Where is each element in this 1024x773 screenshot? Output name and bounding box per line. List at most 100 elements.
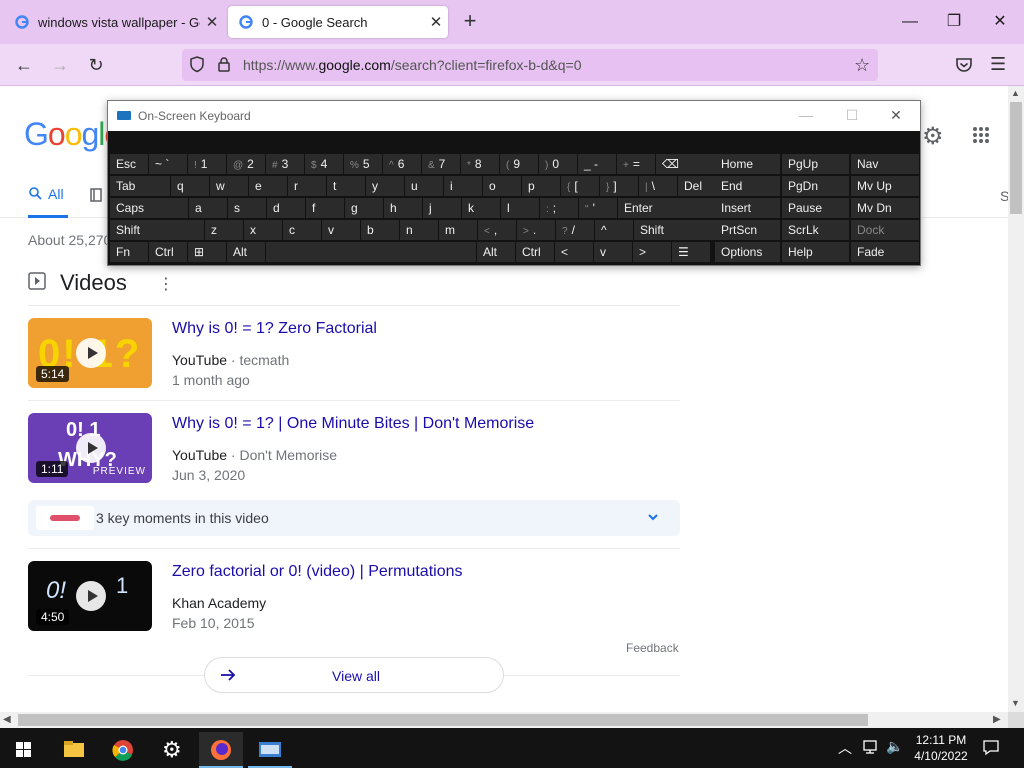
osk-key[interactable]: @2 [227, 154, 265, 174]
osk-key[interactable]: l [501, 198, 539, 218]
maximize-button[interactable]: ☐ [842, 107, 862, 124]
osk-key[interactable]: >. [517, 220, 555, 240]
clock[interactable]: 12:11 PM 4/10/2022 [910, 732, 972, 764]
osk-key[interactable]: + = [617, 154, 655, 174]
tab-all[interactable]: All [28, 186, 68, 218]
notification-icon[interactable] [982, 738, 1000, 761]
video-thumbnail[interactable]: 0! 1 4:50 [28, 561, 152, 631]
books-icon[interactable] [90, 188, 102, 207]
osk-key[interactable]: Ctrl [516, 242, 554, 262]
new-tab-button[interactable]: + [458, 10, 482, 34]
close-icon[interactable]: ✕ [424, 13, 448, 31]
osk-key[interactable]: " ' [579, 198, 617, 218]
osk-key[interactable]: s [228, 198, 266, 218]
osk-key[interactable]: Caps [110, 198, 188, 218]
chevron-down-icon[interactable] [646, 510, 660, 529]
osk-key[interactable]: ~ ` [149, 154, 187, 174]
osk-key[interactable]: a [189, 198, 227, 218]
settings-gear-icon[interactable]: ⚙ [922, 122, 944, 151]
minimize-button[interactable]: — [888, 8, 932, 36]
reload-button[interactable]: ↻ [82, 51, 110, 79]
osk-nav-key[interactable]: Dock [851, 220, 919, 240]
settings-gear-icon[interactable]: ⚙ [150, 732, 194, 768]
close-window-button[interactable]: ✕ [978, 8, 1022, 36]
video-thumbnail[interactable]: 0! 1 WHY? 1:11 PREVIEW [28, 413, 152, 483]
osk-key[interactable]: Enter [618, 198, 722, 218]
osk-key[interactable]: & 7 [422, 154, 460, 174]
maximize-button[interactable]: ❐ [932, 8, 976, 36]
osk-key[interactable]: v [322, 220, 360, 240]
osk-key[interactable]: }] [600, 176, 638, 196]
video-title[interactable]: Why is 0! = 1? | One Minute Bites | Don'… [172, 415, 534, 433]
osk-nav-key[interactable]: End [715, 176, 780, 196]
osk-key[interactable]: m [439, 220, 477, 240]
osk-key[interactable]: Tab [110, 176, 170, 196]
lock-icon[interactable] [217, 56, 231, 77]
osk-key[interactable]: #3 [266, 154, 304, 174]
scroll-down-icon[interactable]: ▼ [1011, 698, 1020, 708]
tab-google-search[interactable]: 0 - Google Search ✕ [228, 6, 448, 38]
file-explorer-icon[interactable] [52, 732, 96, 768]
osk-key[interactable]: % 5 [344, 154, 382, 174]
osk-key[interactable]: ⊞ [188, 242, 226, 262]
minimize-button[interactable]: — [796, 107, 816, 123]
osk-key[interactable]: t [327, 176, 365, 196]
forward-button[interactable]: → [46, 51, 74, 79]
osk-key[interactable]: g [345, 198, 383, 218]
osk-key[interactable]: $4 [305, 154, 343, 174]
osk-key[interactable]: :; [540, 198, 578, 218]
osk-titlebar[interactable]: On-Screen Keyboard — ☐ ✕ [108, 101, 920, 131]
tab-overflow-label[interactable]: S [1000, 188, 1008, 204]
osk-key[interactable]: x [244, 220, 282, 240]
osk-key[interactable]: {[ [561, 176, 599, 196]
scroll-right-icon[interactable]: ▶ [993, 714, 1001, 725]
osk-key[interactable]: h [384, 198, 422, 218]
pocket-icon[interactable] [954, 55, 974, 80]
osk-key[interactable]: ) 0 [539, 154, 577, 174]
osk-key[interactable]: ^ [595, 220, 633, 240]
network-icon[interactable] [862, 739, 880, 760]
osk-nav-key[interactable]: Insert [715, 198, 780, 218]
osk-key[interactable]: < [555, 242, 593, 262]
osk-key[interactable]: (9 [500, 154, 538, 174]
vertical-scroll-thumb[interactable] [1010, 102, 1022, 214]
osk-nav-key[interactable]: PrtScn [715, 220, 780, 240]
osk-key[interactable]: | \ [639, 176, 677, 196]
osk-key[interactable]: b [361, 220, 399, 240]
view-all-button[interactable]: View all [204, 657, 504, 693]
key-moments-bar[interactable]: 3 key moments in this video [28, 500, 680, 536]
osk-key[interactable]: * 8 [461, 154, 499, 174]
osk-key[interactable]: i [444, 176, 482, 196]
vertical-scrollbar[interactable]: ▲ ▼ [1008, 86, 1024, 712]
osk-key[interactable]: <, [478, 220, 516, 240]
feedback-link[interactable]: Feedback [626, 641, 679, 655]
osk-key[interactable]: Alt [227, 242, 265, 262]
osk-key[interactable]: Esc [110, 154, 148, 174]
osk-key[interactable] [266, 242, 476, 262]
osk-key[interactable]: e [249, 176, 287, 196]
osk-key[interactable]: f [306, 198, 344, 218]
osk-nav-key[interactable]: PgDn [782, 176, 849, 196]
osk-nav-key[interactable]: Options [715, 242, 780, 262]
more-options-icon[interactable]: ⋮ [158, 274, 174, 294]
menu-icon[interactable]: ☰ [990, 54, 1006, 75]
osk-key[interactable]: p [522, 176, 560, 196]
osk-key[interactable]: k [462, 198, 500, 218]
osk-key[interactable]: r [288, 176, 326, 196]
video-thumbnail[interactable]: 0! 1? 5:14 [28, 318, 152, 388]
osk-key[interactable]: ^ 6 [383, 154, 421, 174]
osk-key[interactable]: z [205, 220, 243, 240]
start-windows-icon[interactable] [2, 732, 46, 768]
scroll-left-icon[interactable]: ◀ [3, 714, 11, 725]
osk-key[interactable]: Fn [110, 242, 148, 262]
volume-icon[interactable]: 🔈 [886, 738, 903, 755]
osk-key[interactable]: Alt [477, 242, 515, 262]
osk-key[interactable]: ⌫ [656, 154, 716, 174]
video-title[interactable]: Why is 0! = 1? Zero Factorial [172, 320, 377, 338]
chevron-up-icon[interactable]: ︿ [838, 738, 852, 758]
osk-nav-key[interactable]: Pause [782, 198, 849, 218]
osk-key[interactable]: q [171, 176, 209, 196]
apps-grid-icon[interactable] [972, 126, 990, 149]
osk-nav-key[interactable]: Home [715, 154, 780, 174]
osk-key[interactable]: o [483, 176, 521, 196]
